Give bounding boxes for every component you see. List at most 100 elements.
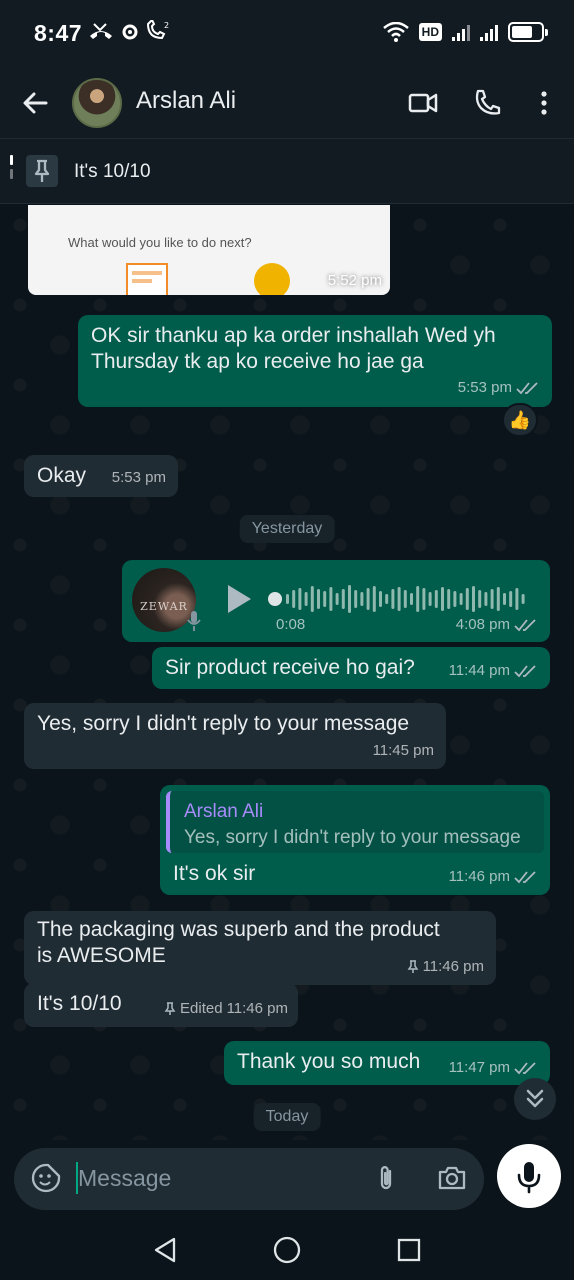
battery-level	[512, 26, 532, 38]
waveform-bar	[453, 591, 457, 607]
message-time: 5:53 pm	[457, 379, 512, 396]
message-meta: 11:44 pm	[449, 658, 538, 684]
waveform-bar	[292, 590, 296, 608]
waveform-bar	[341, 589, 345, 609]
waveform-bar	[441, 587, 444, 611]
message-text-line2: Thursday tk ap ko receive ho jae ga	[91, 350, 424, 373]
waveform-bar	[391, 589, 395, 609]
battery-icon	[508, 22, 548, 42]
play-icon[interactable]	[224, 582, 254, 616]
incoming-message[interactable]: The packaging was superb and the product…	[24, 911, 496, 985]
read-ticks-icon	[514, 665, 536, 678]
image-message[interactable]: What would you like to do next? 5:52 pm	[28, 205, 390, 295]
download-icon[interactable]	[254, 263, 290, 295]
waveform-bar	[335, 593, 339, 605]
message-meta: 11:46 pm	[449, 864, 538, 890]
emoji-sticker-icon[interactable]	[30, 1162, 62, 1194]
pinned-message-text: It's 10/10	[74, 161, 151, 182]
scroll-to-bottom-button[interactable]	[514, 1078, 556, 1120]
incoming-message[interactable]: It's 10/10 Edited 11:46 pm	[24, 983, 298, 1027]
phone-icon[interactable]	[470, 86, 504, 120]
waveform-bar	[298, 588, 302, 610]
waveform-bar	[503, 593, 506, 605]
camera-icon[interactable]	[436, 1162, 468, 1194]
pinned-message-bar[interactable]: It's 10/10	[0, 138, 574, 204]
waveform-bar	[360, 592, 364, 606]
home-circle-icon[interactable]	[272, 1235, 302, 1265]
incoming-message[interactable]: Yes, sorry I didn't reply to your messag…	[24, 703, 446, 769]
system-nav-bar	[0, 1220, 574, 1280]
waveform-bar	[490, 589, 494, 609]
read-ticks-icon	[516, 382, 538, 395]
waveform-bar	[521, 594, 525, 604]
status-bar: 8:47 2 HD	[0, 0, 574, 70]
waveform-bar	[354, 590, 358, 608]
message-meta: 5:53 pm	[458, 375, 540, 401]
contact-avatar[interactable]	[72, 78, 122, 128]
document-icon	[126, 263, 168, 295]
mic-small-icon	[187, 611, 201, 631]
outgoing-reply-message[interactable]: Arslan Ali Yes, sorry I didn't reply to …	[160, 785, 550, 895]
pin-small-icon	[407, 960, 418, 973]
missed-call-icon	[90, 23, 112, 39]
read-ticks-icon	[514, 619, 536, 632]
attach-icon[interactable]	[370, 1162, 402, 1194]
message-list[interactable]: What would you like to do next? 5:52 pm …	[0, 205, 574, 1140]
waveform-bar	[428, 592, 432, 606]
waveform-bar	[515, 588, 519, 610]
recents-square-icon[interactable]	[394, 1235, 424, 1265]
message-meta: 4:08 pm	[456, 612, 538, 638]
image-message-time: 5:52 pm	[327, 272, 382, 289]
signal-icon-1	[452, 23, 470, 41]
message-meta: 11:46 pm	[407, 954, 484, 980]
waveform-bar	[397, 587, 401, 611]
waveform-bar	[379, 591, 382, 607]
hd-badge: HD	[418, 23, 442, 41]
pin-small-icon	[164, 1002, 176, 1015]
more-vert-icon[interactable]	[527, 86, 561, 120]
message-text: It's 10/10	[37, 992, 122, 1015]
message-text-line1: The packaging was superb and the product	[37, 918, 440, 941]
contact-name[interactable]: Arslan Ali	[136, 87, 236, 115]
message-text: Sir product receive ho gai?	[165, 656, 415, 679]
outgoing-message[interactable]: OK sir thanku ap ka order inshallah Wed …	[78, 315, 552, 407]
message-input[interactable]: Message	[78, 1165, 171, 1192]
voice-progress-dot[interactable]	[268, 592, 282, 606]
voice-record-button[interactable]	[497, 1144, 561, 1208]
waveform-bar	[447, 589, 451, 609]
status-icons-right: HD	[382, 22, 548, 42]
waveform-bar	[465, 588, 469, 610]
pinned-indicator	[10, 155, 13, 187]
waveform-bar	[286, 594, 289, 604]
pin-icon	[26, 155, 58, 187]
waveform-bar	[459, 593, 463, 605]
waveform-bar	[304, 592, 308, 606]
waveform-bar	[496, 587, 500, 611]
back-triangle-icon[interactable]	[150, 1235, 180, 1265]
voice-waveform[interactable]	[286, 582, 532, 616]
outgoing-message[interactable]: Sir product receive ho gai? 11:44 pm	[152, 647, 550, 689]
outgoing-message[interactable]: Thank you so much 11:47 pm	[224, 1041, 550, 1085]
reaction-thumbs-up[interactable]: 👍	[502, 403, 538, 437]
waveform-bar	[366, 588, 370, 610]
waveform-bar	[416, 586, 420, 612]
message-meta: Edited 11:46 pm	[164, 996, 288, 1022]
message-time: 11:45 pm	[372, 742, 434, 759]
incoming-message[interactable]: Okay 5:53 pm	[24, 455, 178, 497]
wifi-calling-icon: 2	[146, 20, 169, 40]
waveform-bar	[422, 588, 426, 610]
waveform-bar	[310, 586, 314, 612]
wifi-icon	[382, 22, 409, 42]
back-arrow-icon[interactable]	[18, 86, 52, 120]
waveform-bar	[317, 589, 320, 609]
settings-icon	[122, 24, 138, 40]
quoted-message[interactable]: Arslan Ali Yes, sorry I didn't reply to …	[166, 791, 544, 853]
voice-message[interactable]: ZEWAR 0:08 4:08 pm	[122, 560, 550, 642]
date-separator: Yesterday	[239, 515, 335, 543]
edited-label: Edited	[180, 1000, 223, 1017]
message-text: Okay	[37, 464, 87, 487]
message-time: 4:08 pm	[455, 616, 510, 633]
video-call-icon[interactable]	[406, 86, 440, 120]
waveform-bar	[434, 590, 438, 608]
waveform-bar	[410, 593, 413, 605]
